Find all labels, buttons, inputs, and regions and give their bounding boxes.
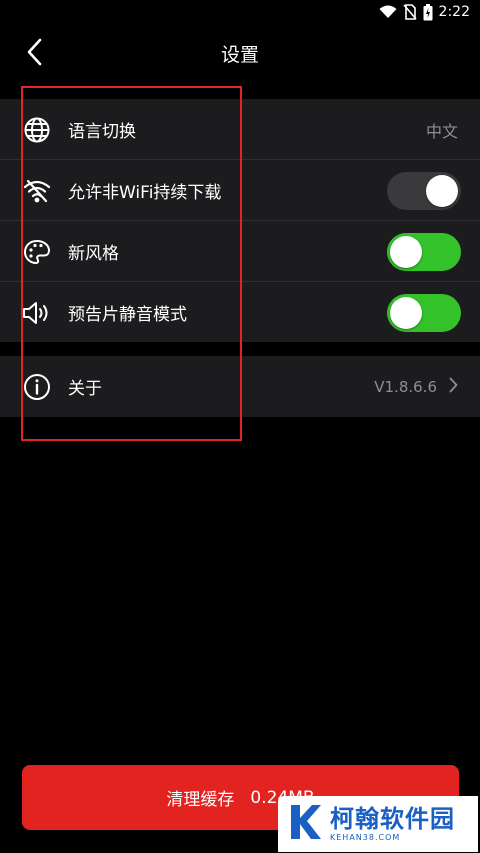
version-text: V1.8.6.6 bbox=[374, 377, 437, 396]
new-style-row: 新风格 bbox=[0, 221, 480, 282]
toggle-knob bbox=[390, 235, 422, 268]
info-icon bbox=[22, 372, 52, 402]
wifi-off-icon bbox=[22, 176, 52, 206]
status-bar: 2:22 bbox=[0, 0, 480, 24]
settings-group: 语言切换 中文 允许非WiFi持续下载 新风格 预告片静音模式 bbox=[0, 99, 480, 342]
battery-icon bbox=[423, 3, 433, 21]
about-label: 关于 bbox=[68, 379, 102, 399]
new-style-label: 新风格 bbox=[68, 244, 119, 264]
chevron-right-icon bbox=[449, 377, 458, 397]
nav-bar: 设置 bbox=[0, 24, 480, 82]
page-title: 设置 bbox=[220, 44, 259, 66]
wifi-download-row: 允许非WiFi持续下载 bbox=[0, 160, 480, 221]
language-row[interactable]: 语言切换 中文 bbox=[0, 99, 480, 160]
language-label: 语言切换 bbox=[68, 122, 136, 142]
globe-icon bbox=[22, 115, 52, 145]
watermark-text: 柯翰软件园 KEHAN38.COM bbox=[330, 807, 455, 842]
watermark-logo-icon bbox=[288, 802, 322, 846]
watermark: 柯翰软件园 KEHAN38.COM bbox=[278, 796, 478, 852]
toggle-knob bbox=[390, 296, 422, 329]
trailer-mute-row: 预告片静音模式 bbox=[0, 282, 480, 343]
wifi-icon bbox=[379, 5, 397, 19]
watermark-subtitle: KEHAN38.COM bbox=[330, 832, 401, 842]
wifi-download-toggle[interactable] bbox=[387, 171, 461, 210]
status-time: 2:22 bbox=[438, 4, 470, 20]
about-row[interactable]: 关于 V1.8.6.6 bbox=[0, 356, 480, 417]
speaker-icon bbox=[22, 298, 52, 328]
language-value: 中文 bbox=[425, 121, 458, 141]
trailer-mute-label: 预告片静音模式 bbox=[68, 305, 187, 325]
version-info: V1.8.6.6 bbox=[374, 377, 458, 397]
trailer-mute-toggle[interactable] bbox=[387, 293, 461, 332]
clear-cache-label: 清理缓存 bbox=[166, 790, 235, 810]
watermark-title: 柯翰软件园 bbox=[330, 804, 455, 833]
wifi-download-label: 允许非WiFi持续下载 bbox=[68, 183, 222, 203]
new-style-toggle[interactable] bbox=[387, 232, 461, 271]
palette-icon bbox=[22, 237, 52, 267]
toggle-knob bbox=[426, 174, 458, 207]
about-group: 关于 V1.8.6.6 bbox=[0, 356, 480, 417]
no-sim-icon bbox=[402, 4, 417, 20]
